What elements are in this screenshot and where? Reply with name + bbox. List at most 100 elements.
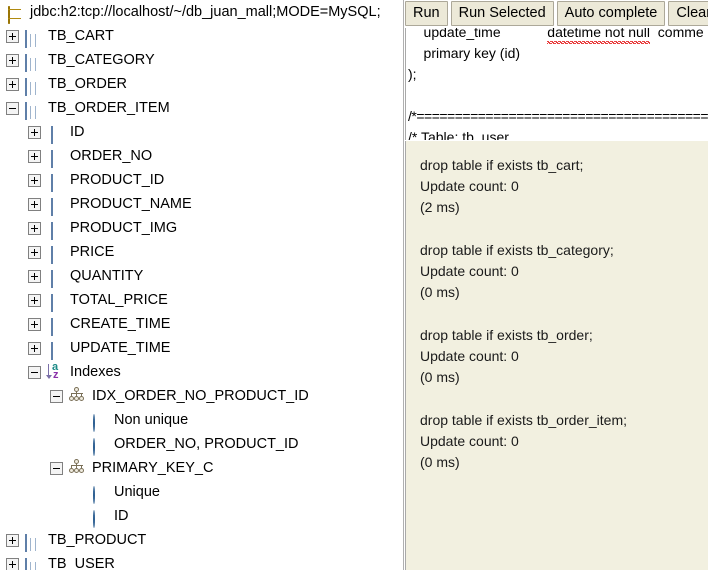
toggle-spacer [72, 510, 85, 523]
tree-row[interactable]: ORDER_NO [0, 144, 403, 168]
tree-row[interactable]: PRICE [0, 240, 403, 264]
tree-row[interactable]: PRIMARY_KEY_C [0, 456, 403, 480]
tree-row[interactable]: PRODUCT_IMG [0, 216, 403, 240]
table-icon [24, 75, 42, 96]
collapse-icon[interactable] [6, 101, 19, 115]
table-icon [24, 99, 42, 120]
expand-icon[interactable] [6, 29, 19, 43]
tree-row[interactable]: CREATE_TIME [0, 312, 403, 336]
tree-row[interactable]: TB_CART [0, 24, 403, 48]
results-output-panel[interactable]: drop table if exists tb_cart; Update coun… [405, 141, 708, 570]
expand-icon[interactable] [28, 245, 41, 259]
tree-row[interactable]: TB_ORDER_ITEM [0, 96, 403, 120]
result-update-count: Update count: 0 [420, 433, 519, 449]
collapse-icon[interactable] [28, 365, 41, 379]
tree-item-label: Non unique [114, 412, 189, 428]
result-timing: (0 ms) [420, 369, 460, 385]
sql-line-text: update_time [408, 28, 548, 40]
column-icon [46, 195, 64, 216]
tree-row[interactable]: Non unique [0, 408, 403, 432]
result-timing: (0 ms) [420, 284, 460, 300]
tree-row[interactable]: TB_ORDER [0, 72, 403, 96]
expand-icon[interactable] [28, 269, 41, 283]
tree-row[interactable]: TB_CATEGORY [0, 48, 403, 72]
table-icon [24, 555, 42, 570]
column-icon [46, 339, 64, 360]
tree-row[interactable]: Unique [0, 480, 403, 504]
expand-icon[interactable] [6, 533, 19, 547]
result-statement: drop table if exists tb_cart; [420, 157, 584, 173]
toggle-spacer [72, 438, 85, 451]
tree-row[interactable]: ORDER_NO, PRODUCT_ID [0, 432, 403, 456]
sort-az-icon: az [46, 361, 64, 381]
tree-row[interactable]: ID [0, 504, 403, 528]
tree-row[interactable]: QUANTITY [0, 264, 403, 288]
table-icon [24, 51, 42, 72]
expand-icon[interactable] [28, 197, 41, 211]
bullet-icon [90, 507, 108, 528]
index-icon [68, 459, 86, 477]
tree-item-label: TB_USER [48, 556, 115, 570]
expand-icon[interactable] [28, 341, 41, 355]
column-icon [46, 147, 64, 168]
tree-row[interactable]: a z Indexes [0, 360, 403, 384]
tree-item-label: ID [114, 508, 129, 524]
result-update-count: Update count: 0 [420, 263, 519, 279]
tree-item-label: Indexes [70, 364, 121, 380]
tree-row[interactable]: TB_PRODUCT [0, 528, 403, 552]
tree-item-label: PRODUCT_IMG [70, 220, 178, 236]
tree-row-connection[interactable]: jdbc:h2:tcp://localhost/~/db_juan_mall;M… [0, 0, 403, 24]
tree-item-label: QUANTITY [70, 268, 144, 284]
clear-button[interactable]: Clear [668, 1, 708, 26]
tree-item-label: TB_CATEGORY [48, 52, 155, 68]
tree-item-label: PRODUCT_ID [70, 172, 165, 188]
auto-complete-button[interactable]: Auto complete [556, 1, 666, 26]
tree-item-label: TB_ORDER [48, 76, 127, 92]
database-object-tree[interactable]: jdbc:h2:tcp://localhost/~/db_juan_mall;M… [0, 0, 404, 570]
tree-item-label: UPDATE_TIME [70, 340, 171, 356]
result-block: drop table if exists tb_cart; Update coun… [420, 155, 708, 218]
tree-item-label: TOTAL_PRICE [70, 292, 168, 308]
tree-row[interactable]: PRODUCT_ID [0, 168, 403, 192]
expand-icon[interactable] [28, 125, 41, 139]
tree-row[interactable]: ID [0, 120, 403, 144]
expand-icon[interactable] [28, 317, 41, 331]
sql-line: /*======================================… [408, 108, 708, 124]
sql-editor[interactable]: update_time datetime not null comme prim… [405, 28, 708, 140]
collapse-icon[interactable] [50, 389, 63, 403]
result-timing: (2 ms) [420, 199, 460, 215]
tree-row[interactable]: UPDATE_TIME [0, 336, 403, 360]
tree-item-label: PRODUCT_NAME [70, 196, 192, 212]
tree-item-label: TB_ORDER_ITEM [48, 100, 170, 116]
result-block: drop table if exists tb_order; Update cou… [420, 325, 708, 388]
expand-icon[interactable] [6, 53, 19, 67]
bullet-icon [90, 411, 108, 432]
bullet-icon [90, 483, 108, 504]
tree-row[interactable]: TB_USER [0, 552, 403, 570]
bullet-icon [90, 435, 108, 456]
run-button[interactable]: Run [405, 1, 448, 26]
tree-row[interactable]: PRODUCT_NAME [0, 192, 403, 216]
collapse-icon[interactable] [50, 461, 63, 475]
column-icon [46, 243, 64, 264]
expand-icon[interactable] [28, 221, 41, 235]
expand-icon[interactable] [6, 77, 19, 91]
sql-line: primary key (id) [408, 45, 521, 61]
expand-icon[interactable] [6, 557, 19, 570]
run-selected-button[interactable]: Run Selected [450, 1, 554, 26]
tree-item-label: ORDER_NO, PRODUCT_ID [114, 436, 299, 452]
sql-line [408, 85, 708, 106]
expand-icon[interactable] [28, 149, 41, 163]
tree-item-label: CREATE_TIME [70, 316, 171, 332]
index-icon [68, 387, 86, 405]
sql-line: update_time datetime not null comme [408, 28, 708, 44]
column-icon [46, 267, 64, 288]
result-timing: (0 ms) [420, 454, 460, 470]
database-icon [6, 3, 24, 24]
expand-icon[interactable] [28, 173, 41, 187]
toggle-spacer [72, 414, 85, 427]
expand-icon[interactable] [28, 293, 41, 307]
right-panel: Run Run Selected Auto complete Clear upd… [405, 0, 708, 570]
tree-row[interactable]: TOTAL_PRICE [0, 288, 403, 312]
tree-row[interactable]: IDX_ORDER_NO_PRODUCT_ID [0, 384, 403, 408]
